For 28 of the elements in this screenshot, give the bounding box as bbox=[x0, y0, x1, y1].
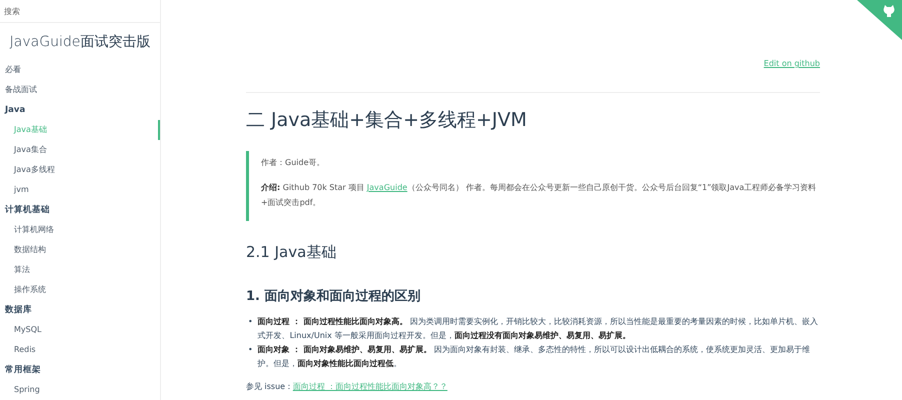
sidebar-item[interactable]: jvm bbox=[0, 180, 160, 200]
sidebar-item[interactable]: 算法 bbox=[0, 260, 160, 280]
sidebar-item[interactable]: 操作系统 bbox=[0, 280, 160, 300]
sidebar-item[interactable]: 数据结构 bbox=[0, 240, 160, 260]
sidebar-title: JavaGuide面试突击版 bbox=[8, 33, 152, 51]
github-corner-icon[interactable] bbox=[857, 0, 902, 40]
subsection-heading: 1. 面向对象和面向过程的区别 bbox=[246, 288, 422, 305]
sidebar-item[interactable]: 常用框架 bbox=[0, 360, 160, 380]
sidebar-item[interactable]: 数据库 bbox=[0, 300, 160, 320]
sidebar-item[interactable]: Redis bbox=[0, 340, 160, 360]
sidebar-item[interactable]: Java bbox=[0, 100, 160, 120]
bullet-text: 面向过程 ： 面向过程性能比面向对象高。 因为类调用时需要实例化，开销比较大，比较消耗资源，所以当性能是最重要的考量因素的时候，比如单片机、嵌入式开发、Linux/Unix 等一般采用面向过程开发。但是，面向过程没有面向对象易维护、易复用、易扩展。 bbox=[258, 316, 819, 342]
section-heading: 2.1 Java基础 bbox=[246, 243, 338, 262]
page-title: 二 Java基础+集合+多线程+JVM bbox=[246, 108, 528, 133]
sidebar-item[interactable]: 计算机网络 bbox=[0, 220, 160, 240]
author-text: 作者：Guide哥。 bbox=[261, 157, 326, 169]
see-also-text: 参见 issue : 面向过程 ：面向过程性能比面向对象高？？ bbox=[246, 381, 448, 392]
sidebar-item[interactable]: 备战面试 bbox=[0, 80, 160, 100]
sidebar-item[interactable]: Spring bbox=[0, 380, 160, 400]
bullet-marker: • bbox=[248, 344, 253, 356]
sidebar-item[interactable]: Java集合 bbox=[0, 140, 160, 160]
intro-text: 介绍: Github 70k Star 项目 JavaGuide（公众号同名） 作者。每周都会在公众号更新一些自己原创干货。公众号后台回复“1”领取Java工程师必备学习资料+面试突击pdf。 bbox=[261, 182, 818, 209]
bullet-marker: • bbox=[248, 316, 253, 328]
sidebar-item[interactable]: Java多线程 bbox=[0, 160, 160, 180]
sidebar-item[interactable]: 计算机基础 bbox=[0, 200, 160, 220]
sidebar-item[interactable]: 必看 bbox=[0, 60, 160, 80]
sidebar-item[interactable]: MySQL bbox=[0, 320, 160, 340]
bullet-text: 面向对象 ： 面向对象易维护、易复用、易扩展。 因为面向对象有封装、继承、多态性的特性，所以可以设计出低耦合的系统，使系统更加灵活、更加易于维护。但是，面向对象性能比面向过程低。 bbox=[258, 344, 811, 370]
